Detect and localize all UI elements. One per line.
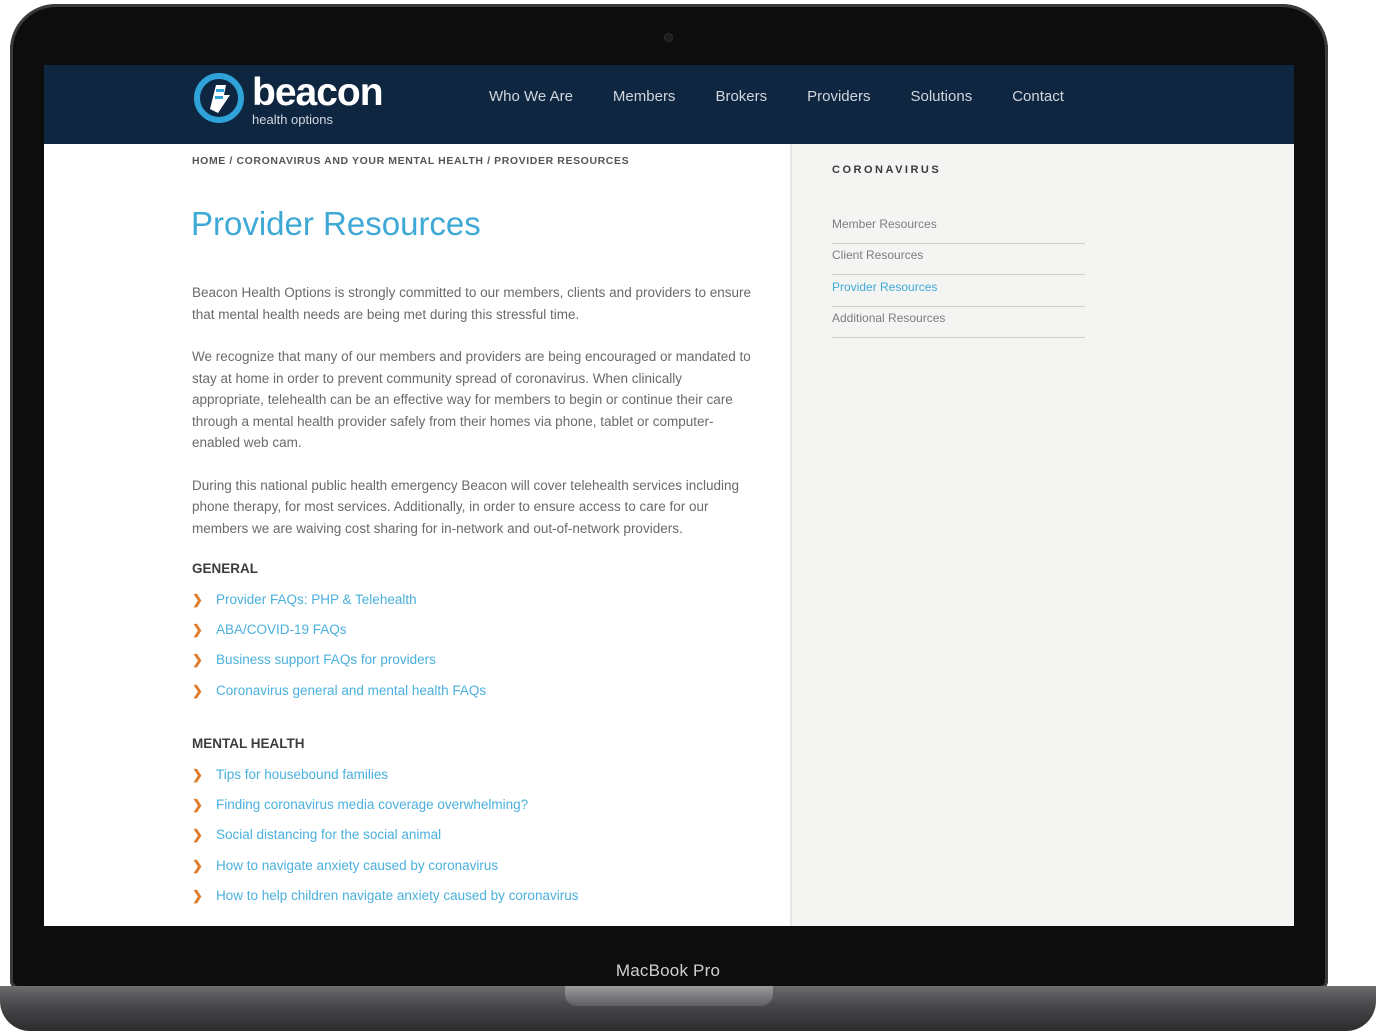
intro-paragraph: Beacon Health Options is strongly commit…	[192, 285, 752, 322]
link-media-coverage[interactable]: Finding coronavirus media coverage overw…	[216, 794, 528, 816]
chevron-right-icon: ❯	[192, 652, 203, 668]
list-item[interactable]: ❯ Tips for housebound families	[192, 764, 757, 794]
list-item[interactable]: ❯ How to navigate anxiety caused by coron…	[192, 855, 757, 885]
browser-screen: beacon health options Who We Are Members…	[44, 65, 1294, 926]
logo-wordmark: beacon	[252, 71, 384, 114]
link-housebound-tips[interactable]: Tips for housebound families	[216, 764, 388, 786]
chevron-right-icon: ❯	[192, 827, 203, 843]
breadcrumb[interactable]: HOME / CORONAVIRUS AND YOUR MENTAL HEALT…	[192, 155, 629, 167]
list-item[interactable]: ❯ ABA/COVID-19 FAQs	[192, 619, 757, 649]
chevron-right-icon: ❯	[192, 591, 203, 607]
logo-subtitle: health options	[252, 112, 333, 127]
nav-who-we-are[interactable]: Who We Are	[489, 88, 573, 105]
link-aba-faqs[interactable]: ABA/COVID-19 FAQs	[216, 619, 347, 641]
sidebar-menu: Member Resources Client Resources Provid…	[832, 213, 1085, 339]
nav-solutions[interactable]: Solutions	[910, 88, 972, 105]
chevron-right-icon: ❯	[192, 888, 203, 904]
telehealth-paragraph: We recognize that many of our members an…	[192, 349, 751, 450]
link-navigate-anxiety[interactable]: How to navigate anxiety caused by corona…	[216, 855, 498, 877]
site-header: beacon health options Who We Are Members…	[44, 65, 1294, 144]
device-label: MacBook Pro	[615, 961, 721, 980]
link-provider-faqs[interactable]: Provider FAQs: PHP & Telehealth	[216, 589, 417, 611]
chevron-right-icon: ❯	[192, 621, 203, 637]
main-nav: Who We Are Members Brokers Providers Sol…	[489, 88, 1104, 105]
list-item[interactable]: ❯ Social distancing for the social animal	[192, 824, 757, 854]
mental-health-links: ❯ Tips for housebound families ❯ Finding c…	[192, 764, 757, 916]
list-item[interactable]: ❯ Business support FAQs for providers	[192, 649, 757, 679]
link-social-distancing[interactable]: Social distancing for the social animal	[216, 824, 441, 846]
general-links: ❯ Provider FAQs: PHP & Telehealth ❯ ABA/CO…	[192, 589, 757, 711]
nav-brokers[interactable]: Brokers	[715, 88, 767, 105]
beacon-logo[interactable]: beacon health options	[192, 69, 384, 129]
beacon-logo-icon	[194, 73, 244, 123]
sidebar-item-member-resources[interactable]: Member Resources	[832, 213, 1085, 244]
laptop-notch	[565, 986, 773, 1006]
camera-icon	[664, 33, 673, 42]
link-coronavirus-faqs[interactable]: Coronavirus general and mental health FA…	[216, 680, 486, 702]
list-item[interactable]: ❯ Coronavirus general and mental health F…	[192, 680, 757, 710]
nav-contact[interactable]: Contact	[1012, 88, 1064, 105]
coverage-paragraph: During this national public health emerg…	[192, 477, 740, 536]
chevron-right-icon: ❯	[192, 796, 203, 812]
section-heading-general: GENERAL	[192, 561, 259, 576]
chevron-right-icon: ❯	[192, 682, 203, 698]
nav-providers[interactable]: Providers	[807, 88, 870, 105]
list-item[interactable]: ❯ How to help children navigate anxiety c…	[192, 885, 757, 915]
nav-members[interactable]: Members	[613, 88, 676, 105]
list-item[interactable]: ❯ Provider FAQs: PHP & Telehealth	[192, 589, 757, 619]
sidebar-item-client-resources[interactable]: Client Resources	[832, 244, 1085, 276]
link-children-anxiety[interactable]: How to help children navigate anxiety ca…	[216, 885, 578, 907]
chevron-right-icon: ❯	[192, 857, 203, 873]
main-content: Beacon Health Options is strongly commit…	[192, 282, 757, 926]
sidebar: CORONAVIRUS Member Resources Client Reso…	[790, 144, 1294, 926]
sidebar-title: CORONAVIRUS	[832, 164, 942, 176]
section-heading-mental-health: MENTAL HEALTH	[192, 736, 305, 752]
link-business-support[interactable]: Business support FAQs for providers	[216, 649, 436, 671]
list-item[interactable]: ❯ Finding coronavirus media coverage over…	[192, 794, 757, 824]
sidebar-item-additional-resources[interactable]: Additional Resources	[832, 307, 1085, 339]
page-title: Provider Resources	[191, 205, 481, 242]
sidebar-item-provider-resources[interactable]: Provider Resources	[832, 276, 1085, 307]
chevron-right-icon: ❯	[192, 766, 203, 782]
